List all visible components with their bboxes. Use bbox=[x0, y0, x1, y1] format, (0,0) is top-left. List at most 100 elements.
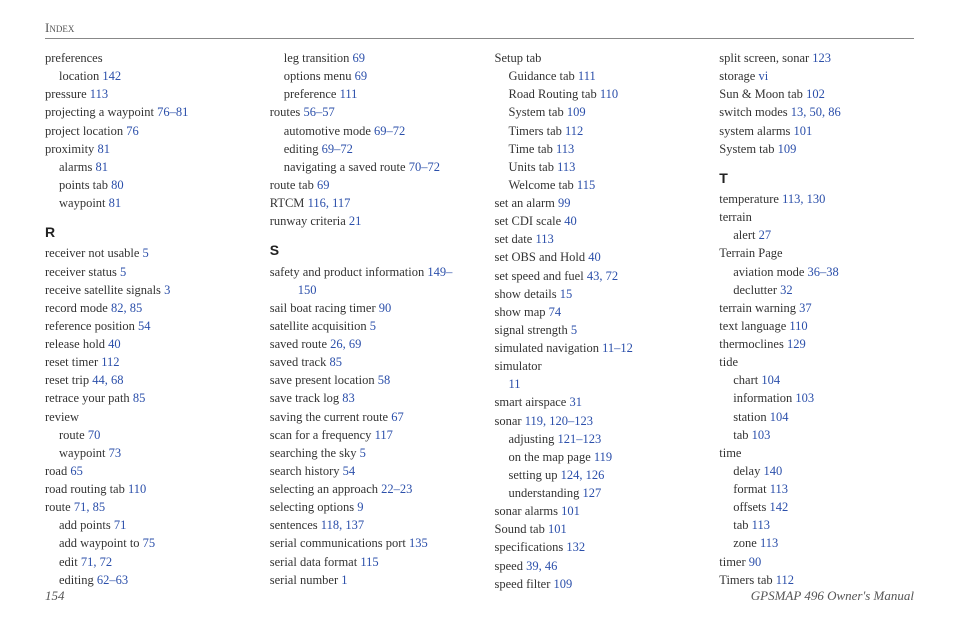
page-ref[interactable]: 110 bbox=[600, 87, 618, 101]
page-ref[interactable]: 69 bbox=[355, 69, 368, 83]
page-ref[interactable]: 44, 68 bbox=[92, 373, 123, 387]
page-ref[interactable]: 117 bbox=[375, 428, 393, 442]
page-ref[interactable]: 113 bbox=[556, 142, 574, 156]
page-ref[interactable]: 124, 126 bbox=[561, 468, 605, 482]
page-ref[interactable]: 69–72 bbox=[374, 124, 405, 138]
page-ref[interactable]: 90 bbox=[379, 301, 392, 315]
page-ref[interactable]: 104 bbox=[770, 410, 789, 424]
page-ref[interactable]: 62–63 bbox=[97, 573, 128, 587]
page-ref[interactable]: 65 bbox=[70, 464, 83, 478]
page-ref[interactable]: 113 bbox=[760, 536, 778, 550]
page-ref[interactable]: 132 bbox=[566, 540, 585, 554]
page-ref[interactable]: 43, 72 bbox=[587, 269, 618, 283]
page-ref[interactable]: 112 bbox=[101, 355, 119, 369]
page-ref[interactable]: 123 bbox=[812, 51, 831, 65]
page-ref[interactable]: 103 bbox=[752, 428, 771, 442]
page-ref[interactable]: 118, 137 bbox=[321, 518, 364, 532]
page-ref[interactable]: 54 bbox=[138, 319, 151, 333]
page-ref[interactable]: 5 bbox=[360, 446, 366, 460]
page-ref[interactable]: 81 bbox=[109, 196, 122, 210]
page-ref[interactable]: 113 bbox=[752, 518, 770, 532]
page-ref[interactable]: 31 bbox=[569, 395, 582, 409]
page-ref[interactable]: 85 bbox=[133, 391, 146, 405]
page-ref[interactable]: 9 bbox=[357, 500, 363, 514]
page-ref[interactable]: 111 bbox=[578, 69, 596, 83]
page-ref[interactable]: 71 bbox=[114, 518, 127, 532]
page-ref[interactable]: 76–81 bbox=[157, 105, 188, 119]
page-ref[interactable]: 15 bbox=[560, 287, 573, 301]
page-ref[interactable]: 140 bbox=[763, 464, 782, 478]
page-ref[interactable]: 54 bbox=[343, 464, 356, 478]
page-ref[interactable]: 67 bbox=[391, 410, 404, 424]
page-ref[interactable]: 121–123 bbox=[557, 432, 601, 446]
page-ref[interactable]: 22–23 bbox=[381, 482, 412, 496]
page-ref[interactable]: 90 bbox=[749, 555, 762, 569]
page-ref[interactable]: 110 bbox=[789, 319, 807, 333]
page-ref[interactable]: 101 bbox=[794, 124, 813, 138]
page-ref[interactable]: 99 bbox=[558, 196, 571, 210]
page-ref[interactable]: 5 bbox=[571, 323, 577, 337]
page-ref[interactable]: 142 bbox=[102, 69, 121, 83]
page-ref[interactable]: 11 bbox=[509, 377, 521, 391]
page-ref[interactable]: 39, 46 bbox=[526, 559, 557, 573]
page-ref[interactable]: 83 bbox=[342, 391, 355, 405]
page-ref[interactable]: 70 bbox=[88, 428, 101, 442]
page-ref[interactable]: 81 bbox=[95, 160, 108, 174]
page-ref[interactable]: vi bbox=[758, 69, 768, 83]
page-ref[interactable]: 40 bbox=[588, 250, 601, 264]
page-ref[interactable]: 1 bbox=[341, 573, 347, 587]
page-ref[interactable]: 127 bbox=[582, 486, 601, 500]
page-ref[interactable]: 3 bbox=[164, 283, 170, 297]
page-ref[interactable]: 119 bbox=[594, 450, 612, 464]
page-ref[interactable]: 21 bbox=[349, 214, 362, 228]
page-ref[interactable]: 113 bbox=[90, 87, 108, 101]
page-ref[interactable]: 27 bbox=[759, 228, 772, 242]
page-ref[interactable]: 40 bbox=[108, 337, 121, 351]
page-ref[interactable]: 82, 85 bbox=[111, 301, 142, 315]
page-ref[interactable]: 26, 69 bbox=[330, 337, 361, 351]
page-ref[interactable]: 119, 120–123 bbox=[525, 414, 593, 428]
page-ref[interactable]: 109 bbox=[778, 142, 797, 156]
page-ref[interactable]: 75 bbox=[143, 536, 156, 550]
page-ref[interactable]: 69–72 bbox=[322, 142, 353, 156]
page-ref[interactable]: 149– bbox=[427, 265, 452, 279]
page-ref[interactable]: 74 bbox=[549, 305, 562, 319]
page-ref[interactable]: 11–12 bbox=[602, 341, 633, 355]
page-ref[interactable]: 113, 130 bbox=[782, 192, 825, 206]
page-ref[interactable]: 36–38 bbox=[808, 265, 839, 279]
page-ref[interactable]: 81 bbox=[97, 142, 110, 156]
page-ref[interactable]: 80 bbox=[111, 178, 124, 192]
page-ref[interactable]: 13, 50, 86 bbox=[791, 105, 841, 119]
page-ref[interactable]: 69 bbox=[317, 178, 330, 192]
page-ref[interactable]: 76 bbox=[126, 124, 139, 138]
page-ref[interactable]: 73 bbox=[109, 446, 122, 460]
page-ref[interactable]: 102 bbox=[806, 87, 825, 101]
page-ref[interactable]: 113 bbox=[770, 482, 788, 496]
page-ref[interactable]: 115 bbox=[360, 555, 378, 569]
page-ref[interactable]: 56–57 bbox=[303, 105, 334, 119]
page-ref[interactable]: 135 bbox=[409, 536, 428, 550]
page-ref[interactable]: 113 bbox=[535, 232, 553, 246]
page-ref[interactable]: 142 bbox=[769, 500, 788, 514]
page-ref[interactable]: 129 bbox=[787, 337, 806, 351]
page-ref[interactable]: 109 bbox=[567, 105, 586, 119]
page-ref[interactable]: 85 bbox=[329, 355, 342, 369]
page-ref[interactable]: 150 bbox=[298, 283, 317, 297]
page-ref[interactable]: 111 bbox=[340, 87, 358, 101]
page-ref[interactable]: 103 bbox=[795, 391, 814, 405]
page-ref[interactable]: 5 bbox=[143, 246, 149, 260]
page-ref[interactable]: 69 bbox=[353, 51, 366, 65]
page-ref[interactable]: 58 bbox=[378, 373, 391, 387]
page-ref[interactable]: 5 bbox=[370, 319, 376, 333]
page-ref[interactable]: 37 bbox=[799, 301, 812, 315]
page-ref[interactable]: 71, 85 bbox=[74, 500, 105, 514]
page-ref[interactable]: 40 bbox=[564, 214, 577, 228]
page-ref[interactable]: 110 bbox=[128, 482, 146, 496]
page-ref[interactable]: 101 bbox=[548, 522, 567, 536]
page-ref[interactable]: 104 bbox=[761, 373, 780, 387]
page-ref[interactable]: 113 bbox=[557, 160, 575, 174]
page-ref[interactable]: 71, 72 bbox=[81, 555, 112, 569]
page-ref[interactable]: 112 bbox=[565, 124, 583, 138]
page-ref[interactable]: 101 bbox=[561, 504, 580, 518]
page-ref[interactable]: 32 bbox=[780, 283, 793, 297]
